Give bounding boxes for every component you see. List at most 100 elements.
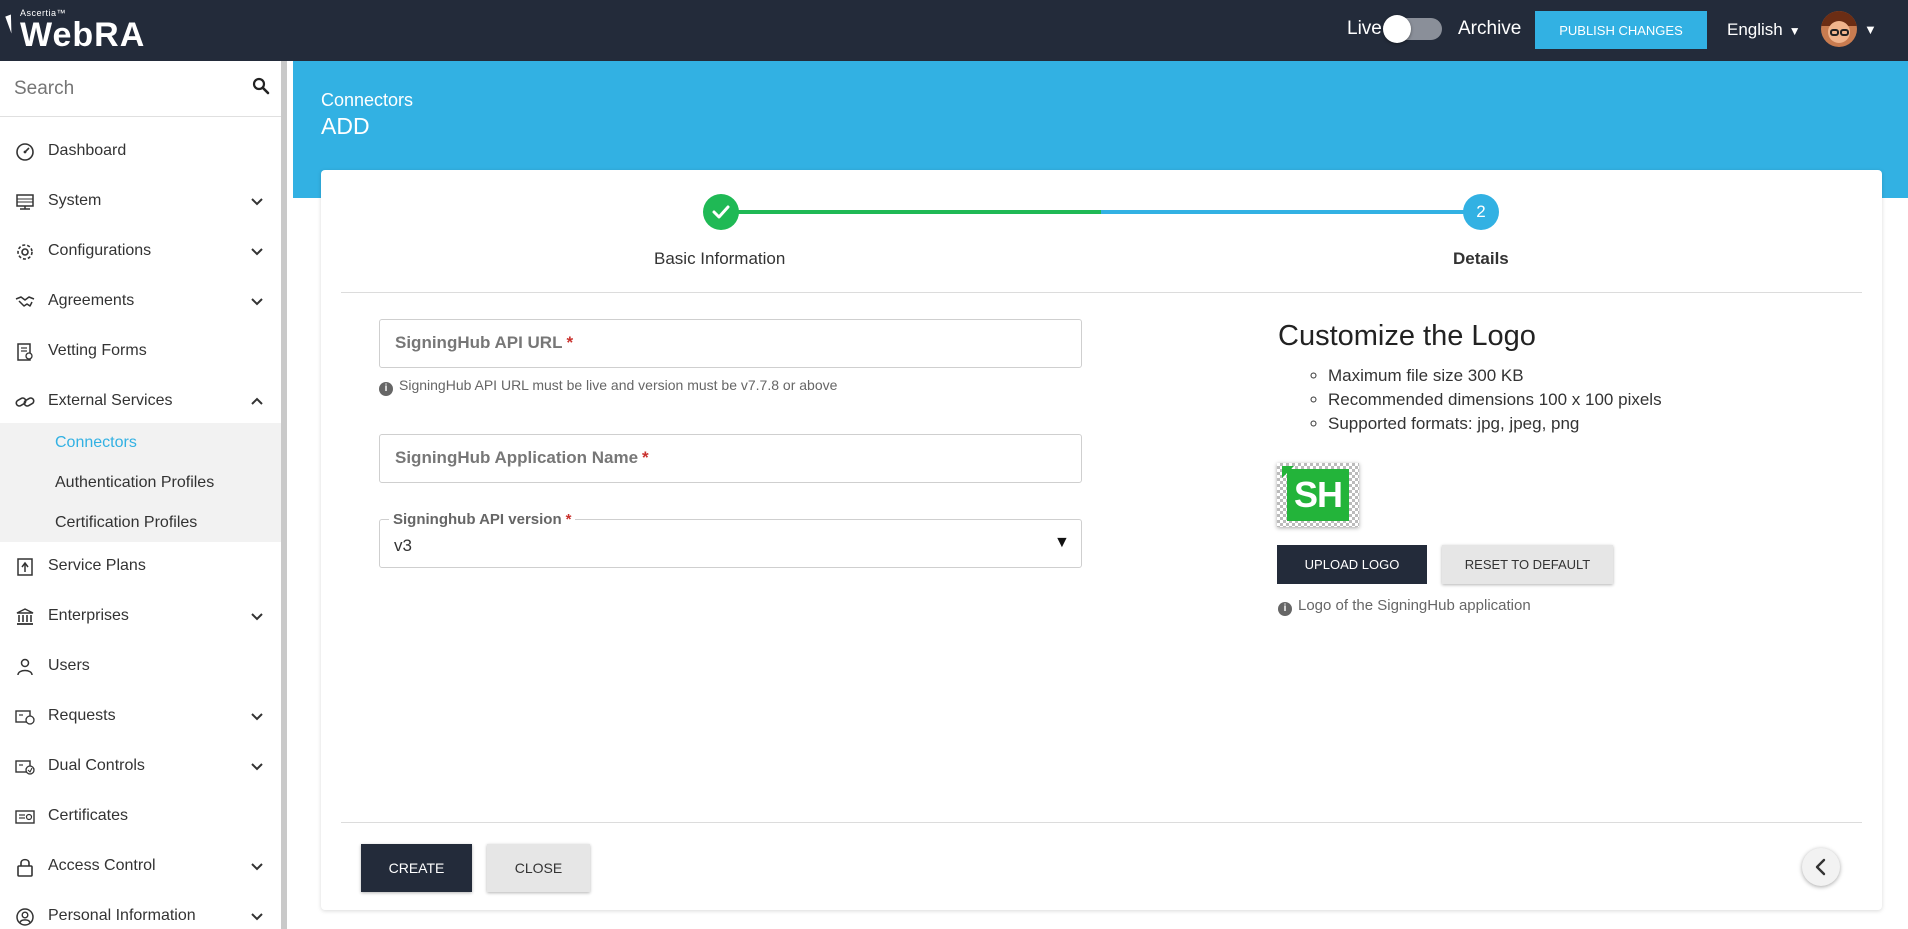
bank-icon bbox=[16, 608, 34, 625]
sidebar-item-configurations[interactable]: Configurations bbox=[0, 230, 281, 274]
sidebar-item-label: Service Plans bbox=[48, 557, 146, 574]
sidebar-item-certificates[interactable]: Certificates bbox=[0, 795, 281, 839]
publish-changes-button[interactable]: PUBLISH CHANGES bbox=[1535, 11, 1707, 49]
search-input[interactable] bbox=[14, 74, 244, 104]
dual-control-icon bbox=[15, 760, 35, 775]
app-name-label-text: SigningHub Application Name bbox=[395, 448, 639, 467]
user-icon bbox=[17, 658, 33, 676]
api-version-label: Signinghub API version * bbox=[389, 511, 576, 528]
sidebar-item-service-plans[interactable]: Service Plans bbox=[0, 545, 281, 589]
certificate-icon bbox=[15, 810, 35, 824]
info-icon: i bbox=[1278, 602, 1292, 616]
api-url-label: SigningHub API URL * bbox=[395, 333, 573, 353]
stepper-divider bbox=[341, 292, 1862, 293]
page-title: ADD bbox=[321, 113, 370, 139]
chevron-down-icon bbox=[251, 298, 263, 306]
api-url-hint: i SigningHub API URL must be live and ver… bbox=[379, 377, 837, 396]
chevron-down-icon bbox=[251, 613, 263, 621]
list-item: Recommended dimensions 100 x 100 pixels bbox=[1328, 390, 1662, 410]
stepper-progress-completed bbox=[721, 210, 1101, 214]
app-logo[interactable]: Ascertia™ WebRA bbox=[20, 8, 145, 52]
sidebar: Dashboard System Configurations Agreemen… bbox=[0, 61, 287, 929]
signinghub-logo: SH bbox=[1287, 469, 1349, 521]
collapse-button[interactable] bbox=[1802, 848, 1840, 886]
lock-icon bbox=[17, 858, 33, 877]
chevron-down-icon bbox=[251, 763, 263, 771]
list-item: Supported formats: jpg, jpeg, png bbox=[1328, 414, 1662, 434]
step-basic-information-indicator[interactable] bbox=[703, 194, 739, 230]
chevron-left-icon bbox=[1815, 858, 1826, 876]
close-button[interactable]: CLOSE bbox=[487, 844, 590, 892]
user-menu-caret-icon[interactable]: ▼ bbox=[1864, 22, 1877, 37]
archive-label: Archive bbox=[1458, 18, 1522, 39]
api-url-label-text: SigningHub API URL bbox=[395, 333, 563, 352]
signinghub-api-url-field[interactable]: SigningHub API URL * bbox=[379, 319, 1082, 368]
caret-down-icon[interactable]: ▼ bbox=[1054, 534, 1070, 552]
sidebar-item-access-control[interactable]: Access Control bbox=[0, 845, 281, 889]
sidebar-search bbox=[0, 61, 281, 117]
required-mark: * bbox=[565, 511, 572, 528]
profile-icon bbox=[16, 908, 34, 926]
sidebar-item-label: Users bbox=[48, 657, 90, 674]
sidebar-item-system[interactable]: System bbox=[0, 180, 281, 224]
sidebar-item-dual-controls[interactable]: Dual Controls bbox=[0, 745, 281, 789]
step-details-indicator[interactable]: 2 bbox=[1463, 194, 1499, 230]
sidebar-item-label: Access Control bbox=[48, 857, 156, 874]
toggle-knob bbox=[1383, 15, 1411, 43]
step-details-label[interactable]: Details bbox=[1453, 249, 1509, 269]
gear-icon bbox=[17, 244, 33, 260]
sidebar-item-label: Certificates bbox=[48, 807, 129, 824]
live-archive-toggle[interactable] bbox=[1383, 15, 1442, 43]
requests-icon bbox=[15, 710, 35, 725]
plan-icon bbox=[17, 558, 33, 576]
stepper-progress-remaining bbox=[1101, 210, 1481, 214]
sidebar-subitem-authentication-profiles[interactable]: Authentication Profiles bbox=[55, 474, 214, 492]
sidebar-item-label: Requests bbox=[48, 707, 116, 724]
logo-hint-text: Logo of the SigningHub application bbox=[1298, 597, 1531, 614]
caret-down-icon: ▼ bbox=[1788, 24, 1801, 38]
app-name-label: SigningHub Application Name * bbox=[395, 448, 649, 468]
create-button[interactable]: CREATE bbox=[361, 844, 472, 892]
required-mark: * bbox=[642, 448, 649, 467]
speedometer-icon bbox=[16, 143, 34, 161]
breadcrumb[interactable]: Connectors bbox=[321, 90, 413, 111]
sidebar-item-label: Enterprises bbox=[48, 607, 129, 624]
avatar-glasses-right bbox=[1840, 29, 1849, 36]
language-label: English bbox=[1727, 20, 1783, 39]
sidebar-subitem-connectors[interactable]: Connectors bbox=[55, 434, 137, 452]
sidebar-item-requests[interactable]: Requests bbox=[0, 695, 281, 739]
reset-to-default-button[interactable]: RESET TO DEFAULT bbox=[1442, 545, 1613, 584]
sidebar-item-vetting-forms[interactable]: Vetting Forms bbox=[0, 330, 281, 374]
customize-logo-title: Customize the Logo bbox=[1278, 320, 1536, 352]
sidebar-item-label: System bbox=[48, 192, 102, 209]
handshake-icon bbox=[15, 296, 35, 307]
sidebar-item-enterprises[interactable]: Enterprises bbox=[0, 595, 281, 639]
sidebar-item-personal-information[interactable]: Personal Information bbox=[0, 895, 281, 929]
sidebar-item-external-services[interactable]: External Services bbox=[0, 380, 281, 424]
logo-rules-list: Maximum file size 300 KB Recommended dim… bbox=[1328, 366, 1662, 438]
footer-divider bbox=[341, 822, 1862, 823]
info-icon: i bbox=[379, 382, 393, 396]
sidebar-subitem-certification-profiles[interactable]: Certification Profiles bbox=[55, 514, 197, 532]
checkmark-icon bbox=[712, 205, 730, 219]
upload-logo-button[interactable]: UPLOAD LOGO bbox=[1277, 545, 1427, 584]
api-version-value: v3 bbox=[394, 536, 412, 555]
language-selector[interactable]: English ▼ bbox=[1727, 20, 1801, 40]
search-icon[interactable] bbox=[252, 77, 270, 95]
chevron-down-icon bbox=[251, 863, 263, 871]
sidebar-item-agreements[interactable]: Agreements bbox=[0, 280, 281, 324]
step-basic-information-label[interactable]: Basic Information bbox=[654, 249, 785, 269]
sidebar-item-dashboard[interactable]: Dashboard bbox=[0, 130, 281, 174]
api-version-label-text: Signinghub API version bbox=[393, 511, 562, 528]
api-url-hint-text: SigningHub API URL must be live and vers… bbox=[399, 377, 838, 393]
server-icon bbox=[16, 194, 34, 210]
sidebar-item-users[interactable]: Users bbox=[0, 645, 281, 689]
external-services-submenu: Connectors Authentication Profiles Certi… bbox=[0, 423, 281, 542]
live-label: Live bbox=[1347, 18, 1382, 39]
sidebar-item-label: Personal Information bbox=[48, 907, 196, 924]
list-item: Maximum file size 300 KB bbox=[1328, 366, 1662, 386]
avatar[interactable] bbox=[1821, 11, 1857, 47]
logo-hint: i Logo of the SigningHub application bbox=[1278, 597, 1531, 616]
link-icon bbox=[15, 397, 35, 407]
signinghub-application-name-field[interactable]: SigningHub Application Name * bbox=[379, 434, 1082, 483]
